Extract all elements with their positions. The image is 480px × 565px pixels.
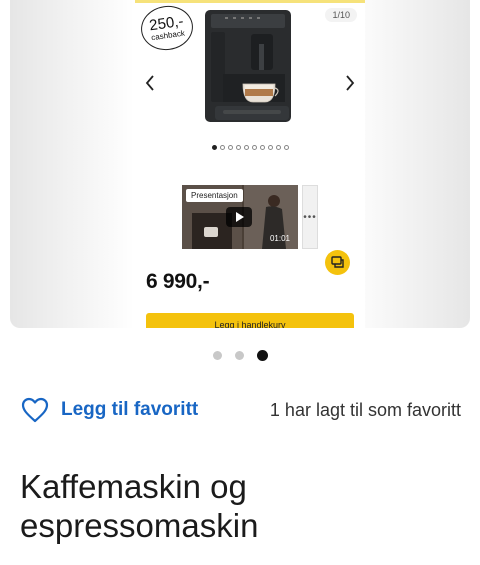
slide-top-border — [135, 0, 365, 3]
image-dot[interactable] — [259, 145, 265, 150]
image-dot[interactable] — [275, 145, 281, 150]
pager-dot[interactable] — [234, 351, 244, 360]
add-favorite-label: Legg til favoritt — [61, 399, 199, 420]
video-duration: 01:01 — [269, 234, 290, 243]
chat-icon — [330, 256, 344, 268]
more-media-button[interactable]: ••• — [302, 185, 318, 249]
heart-icon — [21, 397, 49, 423]
image-dots — [135, 145, 365, 150]
image-counter: 1/10 — [325, 8, 357, 22]
product-page: 250,- cashback 1/10 Presentasjon 01:01 •… — [0, 0, 480, 565]
ellipsis-icon: ••• — [303, 211, 317, 223]
image-dot[interactable] — [283, 145, 289, 150]
add-favorite-button[interactable]: Legg til favoritt — [21, 397, 198, 423]
video-badge: Presentasjon — [186, 189, 243, 202]
video-thumbnail[interactable]: Presentasjon 01:01 — [182, 185, 298, 249]
product-price: 6 990,- — [146, 270, 210, 293]
coffee-machine-image — [205, 10, 291, 122]
pager-dot[interactable] — [212, 351, 222, 360]
play-icon — [235, 212, 244, 222]
chat-button[interactable] — [325, 250, 350, 275]
product-title: Kaffemaskin og espressomaskin — [20, 468, 259, 544]
chevron-left-icon — [145, 75, 154, 91]
carousel-pager — [0, 350, 480, 361]
favorite-row: Legg til favoritt 1 har lagt til som fav… — [21, 396, 461, 424]
add-to-cart-button[interactable]: Legg i handlekurv — [146, 313, 354, 328]
pager-dot[interactable] — [256, 350, 268, 361]
carousel-slide[interactable]: 250,- cashback 1/10 Presentasjon 01:01 •… — [135, 0, 365, 328]
cashback-label: cashback — [150, 28, 186, 43]
favorite-count: 1 har lagt til som favoritt — [269, 399, 461, 420]
image-dot[interactable] — [211, 145, 217, 150]
chevron-right-icon — [346, 75, 355, 91]
play-button[interactable] — [226, 207, 252, 227]
add-to-cart-label: Legg i handlekurv — [214, 320, 286, 328]
image-dot[interactable] — [251, 145, 257, 150]
image-dot[interactable] — [235, 145, 241, 150]
image-dot[interactable] — [219, 145, 225, 150]
image-carousel: 250,- cashback 1/10 Presentasjon 01:01 •… — [10, 0, 470, 328]
image-dot[interactable] — [267, 145, 273, 150]
previous-image-button[interactable] — [141, 74, 159, 92]
image-dot[interactable] — [243, 145, 249, 150]
image-dot[interactable] — [227, 145, 233, 150]
cashback-badge: 250,- cashback — [138, 2, 196, 54]
next-image-button[interactable] — [341, 74, 359, 92]
